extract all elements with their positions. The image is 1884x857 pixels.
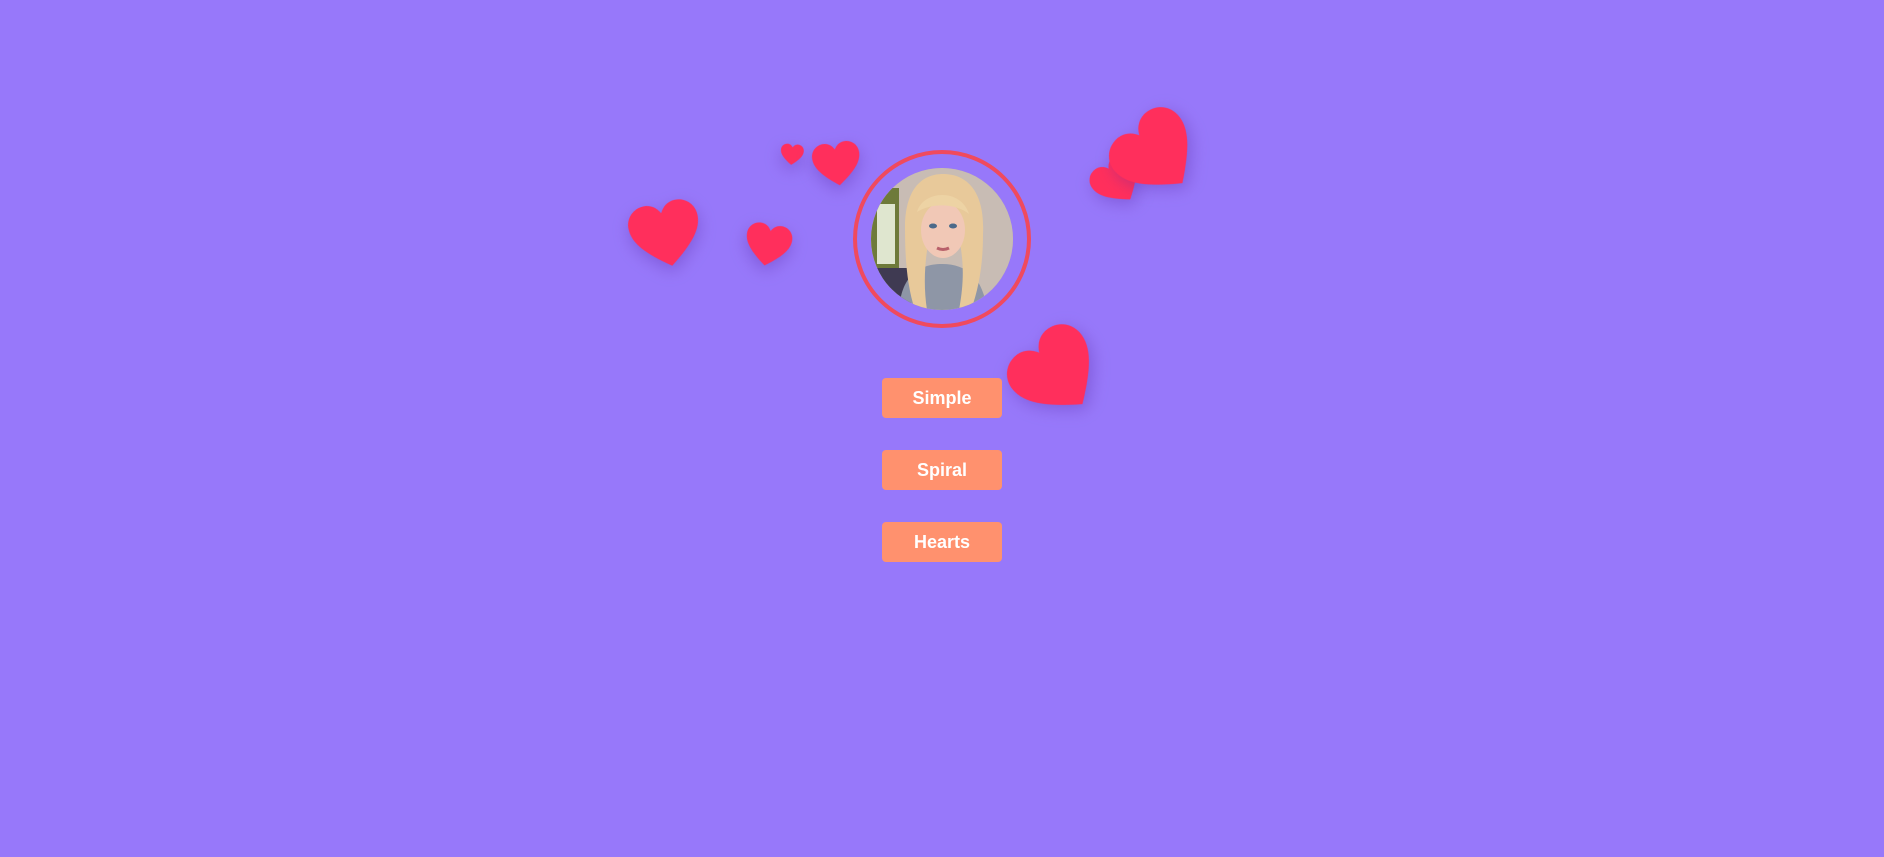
profile-photo [871,168,1013,310]
avatar [871,168,1013,310]
heart-icon [805,134,870,196]
spiral-button[interactable]: Spiral [882,450,1002,490]
heart-icon [619,189,714,284]
heart-icon [736,216,800,277]
hearts-button[interactable]: Hearts [882,522,1002,562]
heart-icon [986,302,1131,447]
avatar-ring [853,150,1031,328]
heart-icon [777,141,807,169]
simple-button[interactable]: Simple [882,378,1002,418]
